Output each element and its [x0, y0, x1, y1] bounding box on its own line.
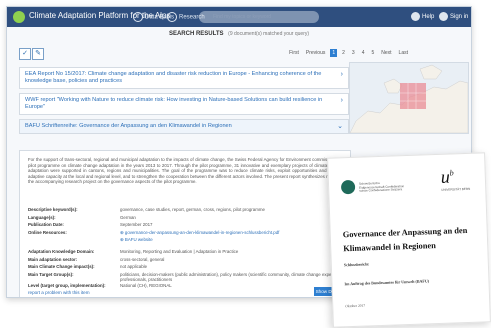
swiss-crest-icon: [340, 179, 356, 195]
pager-page-5[interactable]: 5: [369, 49, 376, 57]
meta-row: Online Resources: ⊕ governance-der-anpass…: [28, 229, 280, 236]
pager-page-3[interactable]: 3: [350, 49, 357, 57]
meta-row: Publication Date: September 2017: [28, 222, 153, 228]
pager-next[interactable]: Next: [379, 49, 393, 57]
topic-search-placeholder: Find my topics or keyword: [213, 14, 272, 20]
university-logo: ub: [440, 166, 454, 187]
pdf-download-link[interactable]: ⊕ governance-der-anpassung-an-den-klimaw…: [120, 230, 279, 236]
result-title[interactable]: WWF report "Working with Nature to reduc…: [25, 97, 322, 110]
document-subtitle: Schlussbericht: [343, 261, 369, 268]
edit-icon[interactable]: ✎: [32, 48, 44, 60]
meta-row: Language(s): German: [28, 214, 136, 220]
search-circle-icon: [167, 12, 177, 22]
document-date: Oktober 2017: [345, 303, 366, 309]
chevron-down-icon[interactable]: ⌄: [337, 123, 343, 130]
help-icon: [411, 12, 420, 21]
chevron-right-icon[interactable]: ›: [341, 97, 343, 104]
pager-first[interactable]: First: [287, 49, 301, 57]
results-toolbar: ✓ ✎ First Previous 1 2 3 4 5 Next Last: [13, 48, 468, 62]
top-navigation-bar: Climate Adaptation Platform for the Alps…: [7, 7, 471, 27]
report-problem-link[interactable]: report a problem with this item: [28, 290, 90, 295]
document-author: Im Auftrag des Bundesamtes für Umwelt (B…: [344, 278, 430, 287]
pager-last[interactable]: Last: [397, 49, 410, 57]
result-item[interactable]: EEA Report No 15/2017: Climate change ad…: [19, 67, 349, 89]
highlighted-region[interactable]: [400, 83, 426, 109]
pager-page-2[interactable]: 2: [340, 49, 347, 57]
platform-logo-icon[interactable]: [13, 11, 25, 23]
map-graphic: [350, 63, 468, 133]
institution-name: Schweizerische Eidgenossenschaft Confédé…: [358, 180, 405, 193]
pagination: First Previous 1 2 3 4 5 Next Last: [287, 49, 410, 57]
report-cover-document: Schweizerische Eidgenossenschaft Confédé…: [327, 152, 491, 328]
result-item-expanded[interactable]: BAFU Schriftenreihe: Governance der Anpa…: [19, 119, 349, 134]
metadata-table: Descriptive keyword(s): governance, case …: [28, 207, 344, 291]
document-title: Governance der Anpassung an den Klimawan…: [342, 225, 468, 254]
globe-icon: [133, 12, 143, 22]
search-results-count: (9 document(s) matched your query): [228, 31, 310, 37]
result-item[interactable]: WWF report "Working with Nature to reduc…: [19, 93, 349, 115]
meta-row: Adaptation Knowledge Domain: Monitoring, …: [28, 248, 239, 254]
chevron-right-icon[interactable]: ›: [341, 71, 343, 78]
website-link[interactable]: ⊕ BAFU website: [120, 237, 153, 243]
user-icon: [439, 12, 448, 21]
university-name: UNIVERSITÄT BERN: [441, 186, 471, 192]
meta-row: ⊕ BAFU website: [28, 237, 344, 245]
search-results-title: SEARCH RESULTS: [168, 31, 224, 37]
select-all-checkbox[interactable]: ✓: [19, 48, 31, 60]
pager-page-1[interactable]: 1: [330, 49, 338, 57]
sign-in-button[interactable]: Sign in: [439, 12, 468, 21]
topic-search-input[interactable]: Find my topics or keyword: [199, 11, 319, 23]
meta-row: Main adaptation sector: cross-sectoral, g…: [28, 256, 165, 262]
meta-row: Main Climate Change impact(s): not applic…: [28, 264, 148, 270]
result-details-panel: For the support of trans-sectoral, regio…: [19, 150, 351, 297]
pager-page-4[interactable]: 4: [360, 49, 367, 57]
result-title[interactable]: EEA Report No 15/2017: Climate change ad…: [25, 71, 321, 84]
abstract-text: For the support of trans-sectoral, regio…: [28, 157, 344, 185]
result-title[interactable]: BAFU Schriftenreihe: Governance der Anpa…: [25, 123, 232, 129]
europe-map[interactable]: [349, 62, 469, 134]
help-button[interactable]: Help: [411, 12, 434, 21]
search-results-header: SEARCH RESULTS (9 document(s) matched yo…: [7, 31, 471, 43]
meta-row: Descriptive keyword(s): governance, case …: [28, 207, 265, 212]
results-list: EEA Report No 15/2017: Climate change ad…: [19, 67, 349, 138]
meta-row: Main Target Group(s): politicians, decisi…: [28, 271, 340, 282]
pager-previous[interactable]: Previous: [304, 49, 327, 57]
